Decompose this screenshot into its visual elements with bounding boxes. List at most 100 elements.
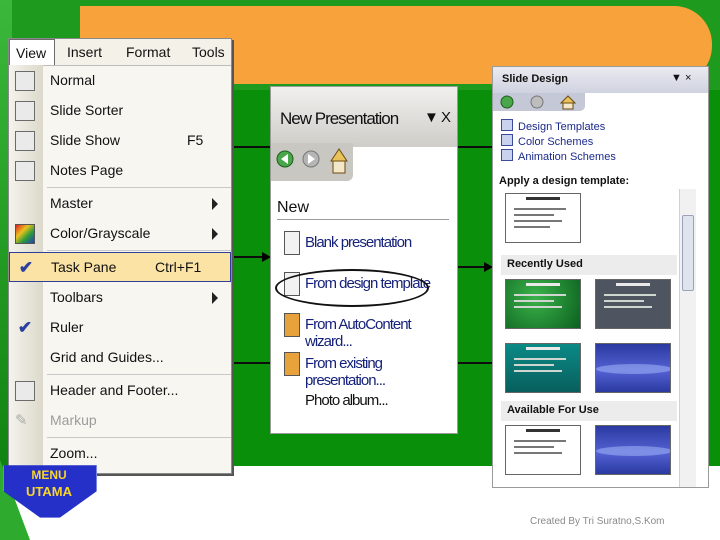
slide-design-pane: Slide Design ▼ × Design Templates Color …: [492, 66, 709, 488]
link-label: Design Templates: [518, 121, 606, 133]
menu-separator: [47, 250, 231, 251]
menu-item-label: Normal: [50, 72, 96, 88]
existing-file-icon: [284, 352, 300, 376]
credit-text: Created By Tri Suratno,S.Kom: [530, 516, 665, 527]
animation-schemes-icon: [501, 149, 513, 161]
forward-icon: [530, 95, 544, 109]
color-schemes-icon: [501, 134, 513, 146]
template-thumbnail[interactable]: [595, 279, 671, 329]
photo-album-link[interactable]: Photo album...: [279, 385, 455, 415]
existing-presentation-link[interactable]: From existing presentation...: [279, 348, 455, 389]
menu-item-label: Slide Show: [50, 132, 121, 148]
design-templates-icon: [501, 119, 513, 131]
template-thumbnail[interactable]: [505, 343, 581, 393]
blank-presentation-link[interactable]: Blank presentation: [279, 227, 455, 257]
section-label: Recently Used: [507, 258, 583, 270]
menu-item-label: Notes Page: [50, 162, 124, 178]
highlight-ellipse: [275, 269, 429, 307]
scrollbar[interactable]: [679, 189, 696, 487]
slide-show-icon: [15, 131, 35, 151]
autocontent-wizard-link[interactable]: From AutoContent wizard...: [279, 309, 455, 350]
menu-item-toolbars[interactable]: Toolbars: [9, 283, 231, 313]
menu-utama-button[interactable]: MENU UTAMA: [3, 458, 97, 518]
menu-item-label: Color/Grayscale: [50, 225, 151, 241]
apply-template-heading: Apply a design template:: [499, 175, 630, 187]
scrollbar-thumb[interactable]: [682, 215, 694, 291]
menu-item-label: Toolbars: [50, 289, 103, 305]
connector-line: [456, 146, 492, 148]
menu-format[interactable]: Format: [126, 44, 170, 60]
design-templates-link[interactable]: Design Templates: [501, 119, 605, 133]
template-thumbnail[interactable]: [505, 425, 581, 475]
pane-title: Slide Design: [502, 73, 569, 85]
section-heading: New: [277, 199, 310, 216]
menu-item-label: Slide Sorter: [50, 102, 124, 118]
available-for-use-header: Available For Use: [501, 401, 677, 421]
menu-view[interactable]: View: [9, 39, 55, 65]
menu-insert[interactable]: Insert: [67, 44, 102, 60]
connector-line: [230, 362, 270, 364]
pane-title-bar: New Presentation ▼ X: [271, 87, 457, 147]
menu-separator: [47, 187, 231, 188]
menu-item-shortcut: F5: [187, 132, 204, 148]
normal-view-icon: [15, 71, 35, 91]
submenu-arrow-icon: [212, 228, 218, 240]
menu-item-slide-show[interactable]: Slide Show F5: [9, 126, 231, 156]
pane-controls[interactable]: ▼ X: [424, 109, 451, 126]
pane-title: New Presentation: [280, 109, 399, 128]
menu-item-header-footer[interactable]: Header and Footer...: [9, 376, 231, 406]
menu-item-label: Master: [50, 195, 93, 211]
template-thumbnail[interactable]: [595, 343, 671, 393]
nav-buttons: [276, 148, 348, 174]
menu-item-notes-page[interactable]: Notes Page: [9, 156, 231, 186]
link-label: Blank presentation: [305, 234, 412, 251]
connector-line: [230, 146, 270, 148]
checkmark-icon: ✔: [17, 318, 33, 337]
color-schemes-link[interactable]: Color Schemes: [501, 134, 593, 148]
slide-sorter-icon: [15, 101, 35, 121]
checkmark-icon: ✔: [18, 258, 34, 277]
menu-utama-line2: UTAMA: [26, 484, 72, 499]
pane-controls[interactable]: ▼ ×: [671, 72, 691, 84]
menu-utama-line1: MENU: [31, 468, 67, 482]
pane-nav-bar: [493, 93, 585, 111]
menu-item-label: Markup: [50, 412, 97, 428]
notes-page-icon: [15, 161, 35, 181]
color-grayscale-icon: [15, 224, 35, 244]
menu-separator: [47, 437, 231, 438]
wizard-icon: [284, 313, 300, 337]
section-label: Available For Use: [507, 404, 599, 416]
link-label: Animation Schemes: [518, 151, 616, 163]
menu-item-master[interactable]: Master: [9, 189, 231, 219]
menu-item-task-pane[interactable]: ✔ Task Pane Ctrl+F1: [9, 252, 231, 282]
link-label: Photo album...: [305, 392, 389, 409]
menu-item-label: Header and Footer...: [50, 382, 179, 398]
connector-line: [456, 266, 486, 268]
menu-item-label: Task Pane: [51, 259, 117, 275]
nav-buttons: [500, 95, 577, 110]
new-presentation-pane: New Presentation ▼ X New Blank presentat…: [270, 86, 458, 434]
template-thumbnail[interactable]: [595, 425, 671, 475]
menu-item-ruler[interactable]: ✔ Ruler: [9, 313, 231, 343]
animation-schemes-link[interactable]: Animation Schemes: [501, 149, 616, 163]
submenu-arrow-icon: [212, 198, 218, 210]
menu-bar: View Insert Format Tools: [9, 39, 231, 66]
template-thumbnail[interactable]: [505, 193, 581, 243]
link-label: Color Schemes: [518, 136, 594, 148]
home-icon: [330, 148, 348, 162]
menu-item-label: Ruler: [50, 319, 84, 335]
menu-item-color-grayscale[interactable]: Color/Grayscale: [9, 219, 231, 249]
menu-tools[interactable]: Tools: [192, 44, 225, 60]
menu-item-markup: ✎ Markup: [9, 406, 231, 436]
template-thumbnail[interactable]: [505, 279, 581, 329]
link-label: From AutoContent wizard...: [305, 316, 412, 350]
section-divider: [277, 219, 449, 220]
menu-item-grid-guides[interactable]: Grid and Guides...: [9, 343, 231, 373]
menu-item-normal[interactable]: Normal: [9, 66, 231, 96]
submenu-arrow-icon: [212, 292, 218, 304]
menu-item-label: Grid and Guides...: [50, 349, 164, 365]
view-menu: View Insert Format Tools Normal Slide So…: [8, 38, 232, 474]
recently-used-header: Recently Used: [501, 255, 677, 275]
menu-item-slide-sorter[interactable]: Slide Sorter: [9, 96, 231, 126]
connector-line: [456, 362, 492, 364]
